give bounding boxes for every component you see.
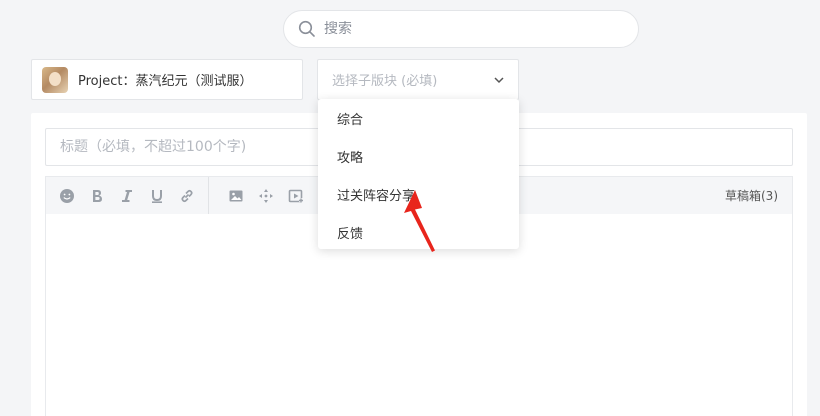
video-button[interactable] xyxy=(281,181,311,211)
italic-icon xyxy=(122,189,132,202)
move-icon xyxy=(259,188,273,203)
bold-icon xyxy=(93,189,102,202)
emoji-icon xyxy=(60,188,74,203)
chevron-down-icon xyxy=(494,76,504,83)
project-avatar xyxy=(42,66,68,93)
link-button[interactable] xyxy=(172,181,202,211)
link-icon xyxy=(181,189,193,202)
search-icon xyxy=(298,20,315,37)
subforum-select-placeholder: 选择子版块 (必填) xyxy=(332,74,438,89)
dropdown-item-feedback[interactable]: 反馈 xyxy=(318,213,519,251)
dropdown-item-guides[interactable]: 攻略 xyxy=(318,137,519,175)
bold-button[interactable] xyxy=(82,181,112,211)
subforum-select[interactable]: 选择子版块 (必填) xyxy=(317,59,519,100)
italic-button[interactable] xyxy=(112,181,142,211)
video-icon xyxy=(288,189,303,202)
search-input[interactable] xyxy=(324,21,624,37)
dropdown-item-lineup-sharing[interactable]: 过关阵容分享 xyxy=(318,175,519,213)
dropdown-item-general[interactable]: 综合 xyxy=(318,99,519,137)
subforum-dropdown: 综合 攻略 过关阵容分享 反馈 xyxy=(318,99,519,249)
move-button[interactable] xyxy=(251,181,281,211)
underline-icon xyxy=(152,189,162,203)
emoji-button[interactable] xyxy=(52,181,82,211)
drafts-button[interactable]: 草稿箱(3) xyxy=(725,187,778,204)
project-label: Project：蒸汽纪元（测试服） xyxy=(78,74,253,89)
search-bar[interactable] xyxy=(283,10,639,48)
project-selector[interactable]: Project：蒸汽纪元（测试服） xyxy=(31,59,303,100)
underline-button[interactable] xyxy=(142,181,172,211)
image-icon xyxy=(229,190,243,201)
image-button[interactable] xyxy=(221,181,251,211)
